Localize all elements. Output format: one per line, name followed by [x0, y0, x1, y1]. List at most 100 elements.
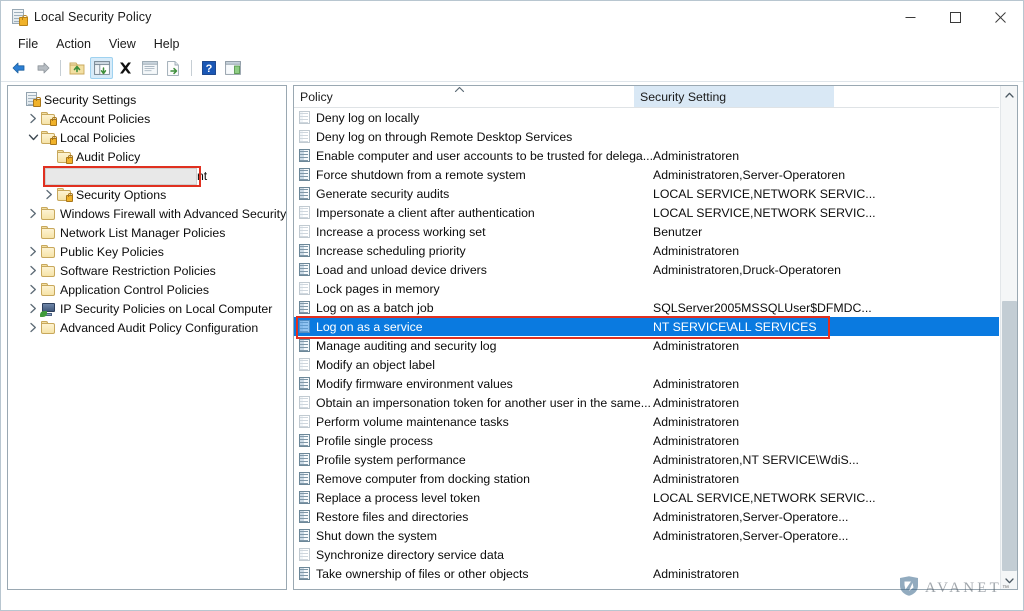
tree-item-software-restriction-policies[interactable]: Software Restriction Policies [8, 261, 286, 280]
view-window-icon[interactable] [221, 57, 244, 79]
policy-row[interactable]: Profile system performance Administratore… [294, 450, 999, 469]
up-one-level-icon[interactable] [66, 57, 89, 79]
policy-name: Increase a process working set [316, 224, 486, 239]
tree-twisty-public-key-policies[interactable] [26, 242, 41, 261]
policy-row[interactable]: Shut down the system Administratoren,Serv… [294, 526, 999, 545]
folder-icon [41, 225, 57, 240]
folder-icon [41, 263, 57, 278]
policy-row[interactable]: Replace a process level token LOCAL SERVI… [294, 488, 999, 507]
policy-row[interactable]: Obtain an impersonation token for anothe… [294, 393, 999, 412]
tree-item-public-key-policies[interactable]: Public Key Policies [8, 242, 286, 261]
show-hide-tree-icon[interactable] [90, 57, 113, 79]
folder-icon [41, 282, 57, 297]
policy-row[interactable]: Log on as a service NT SERVICE\ALL SERVIC… [294, 317, 999, 336]
policy-row[interactable]: Modify firmware environment values Admini… [294, 374, 999, 393]
export-list-icon[interactable] [162, 57, 185, 79]
scroll-up-button[interactable] [1001, 86, 1017, 103]
tree-twisty-windows-firewall-with-advanced-security[interactable] [26, 204, 41, 223]
properties-icon[interactable] [138, 57, 161, 79]
tree-twisty-ip-security-policies-on-local-computer[interactable] [26, 299, 41, 318]
policy-row[interactable]: Remove computer from docking station Admi… [294, 469, 999, 488]
policy-row[interactable]: Deny log on through Remote Desktop Servi… [294, 127, 999, 146]
tree-twisty-account-policies[interactable] [26, 109, 41, 128]
close-button[interactable] [978, 1, 1023, 33]
policy-list[interactable]: Deny log on locally Deny log on through R… [294, 108, 999, 589]
tree-item-security-options[interactable]: Security Options [8, 185, 286, 204]
tree-item-ip-security-policies-on-local-computer[interactable]: IP Security Policies on Local Computer [8, 299, 286, 318]
policy-configured-icon [298, 148, 312, 163]
tree-twisty-advanced-audit-policy-configuration[interactable] [26, 318, 41, 337]
menu-item-help[interactable]: Help [145, 35, 189, 53]
policy-row[interactable]: Profile single process Administratoren [294, 431, 999, 450]
menu-item-view[interactable]: View [100, 35, 145, 53]
policy-row[interactable]: Load and unload device drivers Administra… [294, 260, 999, 279]
policy-configured-icon [298, 167, 312, 182]
policy-security-setting: Administratoren [653, 338, 740, 353]
policy-row[interactable]: Force shutdown from a remote system Admin… [294, 165, 999, 184]
policy-row[interactable]: Impersonate a client after authenticatio… [294, 203, 999, 222]
policy-row[interactable]: Perform volume maintenance tasks Administ… [294, 412, 999, 431]
policy-name: Synchronize directory service data [316, 547, 504, 562]
policy-empty-icon [298, 395, 312, 410]
policy-row[interactable]: Manage auditing and security log Administ… [294, 336, 999, 355]
security-policy-icon [11, 9, 28, 26]
column-header-security-setting[interactable]: Security Setting [634, 86, 834, 107]
tree-item-local-policies[interactable]: Local Policies [8, 128, 286, 147]
tree-item-security-settings[interactable]: Security Settings [8, 90, 286, 109]
sort-ascending-icon [454, 86, 465, 96]
tree-twisty-application-control-policies[interactable] [26, 280, 41, 299]
policy-name: Deny log on through Remote Desktop Servi… [316, 129, 573, 144]
policy-configured-icon [298, 433, 312, 448]
policy-name: Generate security audits [316, 186, 450, 201]
tree-item-advanced-audit-policy-configuration[interactable]: Advanced Audit Policy Configuration [8, 318, 286, 337]
policy-security-setting: Administratoren [653, 471, 740, 486]
window-title: Local Security Policy [34, 10, 152, 24]
menu-item-file[interactable]: File [9, 35, 47, 53]
list-header: Policy Security Setting [294, 86, 999, 108]
tree-item-label: Advanced Audit Policy Configuration [60, 320, 259, 335]
policy-row[interactable]: Log on as a batch job SQLServer2005MSSQLU… [294, 298, 999, 317]
policy-name: Log on as a service [316, 319, 423, 334]
policy-security-setting: LOCAL SERVICE,NETWORK SERVIC... [653, 490, 876, 505]
delete-icon[interactable] [114, 57, 137, 79]
policy-row[interactable]: Increase scheduling priority Administrato… [294, 241, 999, 260]
policy-row[interactable]: Generate security audits LOCAL SERVICE,NE… [294, 184, 999, 203]
tree-item-network-list-manager-policies[interactable]: Network List Manager Policies [8, 223, 286, 242]
policy-name: Load and unload device drivers [316, 262, 487, 277]
policy-name: Restore files and directories [316, 509, 469, 524]
tree-item-audit-policy[interactable]: Audit Policy [8, 147, 286, 166]
policy-row[interactable]: Deny log on locally [294, 108, 999, 127]
tree-twisty-security-options[interactable] [42, 185, 57, 204]
policy-row[interactable]: Lock pages in memory [294, 279, 999, 298]
vertical-scrollbar[interactable] [1000, 86, 1017, 589]
avanet-shield-logo [898, 575, 920, 602]
policy-name: Enable computer and user accounts to be … [316, 148, 653, 163]
policy-row[interactable]: Increase a process working set Benutzer [294, 222, 999, 241]
policy-name: Take ownership of files or other objects [316, 566, 529, 581]
help-icon[interactable]: ? [197, 57, 220, 79]
policy-row[interactable]: Restore files and directories Administrat… [294, 507, 999, 526]
tree-item-windows-firewall-with-advanced-security[interactable]: Windows Firewall with Advanced Security [8, 204, 286, 223]
back-icon[interactable] [7, 57, 30, 79]
tree-twisty-local-policies[interactable] [26, 128, 41, 147]
policy-row[interactable]: Take ownership of files or other objects… [294, 564, 999, 583]
column-header-policy[interactable]: Policy [294, 86, 634, 107]
tree-twisty-software-restriction-policies[interactable] [26, 261, 41, 280]
maximize-button[interactable] [933, 1, 978, 33]
scrollbar-thumb[interactable] [1002, 301, 1017, 571]
policy-empty-icon [298, 547, 312, 562]
policy-configured-icon [298, 243, 312, 258]
policy-row[interactable]: Enable computer and user accounts to be … [294, 146, 999, 165]
policy-row[interactable]: Synchronize directory service data [294, 545, 999, 564]
policy-row[interactable]: Modify an object label [294, 355, 999, 374]
policy-configured-icon [298, 262, 312, 277]
avanet-trademark: ™ [1002, 585, 1009, 592]
tree-item-application-control-policies[interactable]: Application Control Policies [8, 280, 286, 299]
menu-item-action[interactable]: Action [47, 35, 100, 53]
forward-icon[interactable] [31, 57, 54, 79]
console-tree-pane: Security Settings Account Policies Local P… [7, 85, 287, 590]
tree-item-account-policies[interactable]: Account Policies [8, 109, 286, 128]
local-security-policy-window: Local Security Policy File Action View H… [0, 0, 1024, 611]
minimize-button[interactable] [888, 1, 933, 33]
policy-name: Manage auditing and security log [316, 338, 497, 353]
